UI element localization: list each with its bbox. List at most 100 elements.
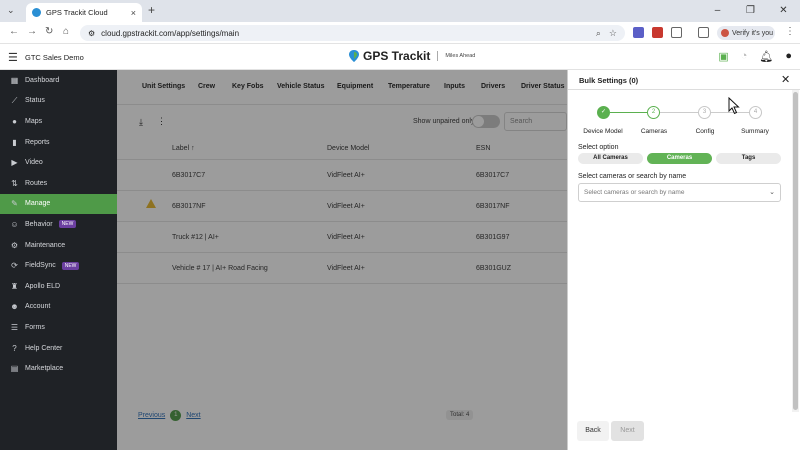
sidebar-item-account[interactable]: ☻ Account xyxy=(0,297,117,318)
reload-icon[interactable]: ↻ xyxy=(45,26,53,37)
close-tab-icon[interactable]: × xyxy=(131,8,136,18)
avatar xyxy=(721,29,729,37)
sidebar-item-reports[interactable]: ▮ Reports xyxy=(0,132,117,153)
sidebar-item-maps[interactable]: ● Maps xyxy=(0,111,117,132)
profile-button[interactable]: Verify it's you xyxy=(717,26,775,40)
brand-tagline: Miles Ahead xyxy=(445,53,476,59)
option-tags[interactable]: Tags xyxy=(716,153,781,164)
downloads-icon[interactable] xyxy=(698,27,709,38)
maximize-icon[interactable]: ❐ xyxy=(734,0,767,22)
extension-badge-icon[interactable] xyxy=(652,27,663,38)
sidebar-item-label: Manage xyxy=(25,200,51,208)
bell-icon[interactable]: 🔔︎ xyxy=(759,50,773,63)
stepper-connector xyxy=(660,112,698,113)
stepper-connector xyxy=(610,112,647,113)
sidebar-item-label: Account xyxy=(25,303,51,311)
drawer-scrollbar[interactable] xyxy=(792,90,799,412)
status-icon: ⟋ xyxy=(11,96,18,106)
modal-overlay[interactable] xyxy=(117,70,567,450)
close-window-icon[interactable]: ✕ xyxy=(767,0,800,22)
next-button[interactable]: Next xyxy=(611,421,644,441)
brand-logo: GPS Trackit Miles Ahead xyxy=(348,49,475,63)
sidebar-item-apollo-eld[interactable]: ♜ Apollo ELD xyxy=(0,276,117,297)
sidebar-item-status[interactable]: ⟋ Status xyxy=(0,91,117,112)
dropdown-placeholder: Select cameras or search by name xyxy=(584,189,685,196)
tab-search-icon[interactable]: ⌄ xyxy=(7,5,15,16)
step-2-indicator: 2 xyxy=(647,106,660,119)
chevron-down-icon: ⌄ xyxy=(769,189,775,196)
browser-tab-bar: ⌄ GPS Trackit Cloud × + – ❐ ✕ xyxy=(0,0,800,22)
person-icon: ☺ xyxy=(10,219,19,229)
fieldsync-icon: ⟳ xyxy=(11,261,18,271)
extension-icon[interactable] xyxy=(633,27,644,38)
sidebar-item-dashboard[interactable]: ▦ Dashboard xyxy=(0,70,117,91)
window-controls: – ❐ ✕ xyxy=(701,0,800,22)
new-badge: NEW xyxy=(61,261,80,270)
sidebar-item-label: Video xyxy=(25,159,43,167)
sidebar-item-maintenance[interactable]: ⚙ Maintenance xyxy=(0,235,117,256)
wrench-icon: ✎ xyxy=(11,199,18,209)
step-1-check-icon: ✓ xyxy=(597,106,610,119)
browser-menu-icon[interactable]: ⋮ xyxy=(785,26,795,37)
sidebar-item-marketplace[interactable]: ▤ Marketplace xyxy=(0,358,117,379)
account-icon: ☻ xyxy=(10,302,19,312)
camera-search-label: Select cameras or search by name xyxy=(578,173,687,180)
sidebar-item-label: Apollo ELD xyxy=(25,282,61,290)
sidebar-item-label: Marketplace xyxy=(25,365,64,373)
forward-icon[interactable]: → xyxy=(27,26,37,37)
back-button[interactable]: Back xyxy=(577,421,609,441)
gps-pin-logo-icon xyxy=(349,50,359,62)
browser-tab[interactable]: GPS Trackit Cloud × xyxy=(26,3,142,22)
headset-icon[interactable]: ◔ xyxy=(741,50,748,63)
sidebar-item-label: Behavior xyxy=(25,220,53,228)
header-actions: ▣ ◔ 🔔︎ ● xyxy=(718,50,792,63)
bulk-settings-drawer: Bulk Settings (0) ✕ ✓ 2 3 4 Device Model… xyxy=(567,70,800,450)
select-option-label: Select option xyxy=(578,144,619,151)
site-info-icon[interactable]: ⚙ xyxy=(88,29,95,38)
bar-chart-icon: ▮ xyxy=(12,137,17,147)
extensions-puzzle-icon[interactable] xyxy=(671,27,682,38)
scrollbar-thumb[interactable] xyxy=(793,92,798,410)
option-cameras[interactable]: Cameras xyxy=(647,153,712,164)
sidebar: ▦ Dashboard ⟋ Status ● Maps ▮ Reports ▶ Video… xyxy=(0,70,117,450)
option-all-cameras[interactable]: All Cameras xyxy=(578,153,643,164)
maintenance-icon: ⚙ xyxy=(10,240,19,250)
address-bar: ← → ↻ ⌂ ⚙ cloud.gpstrackit.com/app/setti… xyxy=(0,22,800,44)
hamburger-menu-icon[interactable]: ☰ xyxy=(8,51,18,64)
sidebar-item-fieldsync[interactable]: ⟳ FieldSync NEW xyxy=(0,255,117,276)
sidebar-item-forms[interactable]: ☰ Forms xyxy=(0,317,117,338)
marketplace-icon: ▤ xyxy=(10,364,19,374)
sidebar-item-label: Maintenance xyxy=(25,241,66,249)
sidebar-item-label: FieldSync xyxy=(25,262,56,270)
eld-icon: ♜ xyxy=(10,281,19,291)
sidebar-item-label: Help Center xyxy=(25,344,63,352)
brand-name: GPS Trackit xyxy=(363,49,431,63)
routes-icon: ⇅ xyxy=(11,178,18,188)
sidebar-item-behavior[interactable]: ☺ Behavior NEW xyxy=(0,214,117,235)
home-icon[interactable]: ⌂ xyxy=(63,26,69,37)
chat-icon[interactable]: ▣ xyxy=(718,50,728,63)
zoom-icon[interactable]: ⌕ xyxy=(596,28,601,39)
sidebar-item-manage[interactable]: ✎ Manage xyxy=(0,193,117,215)
brand-divider xyxy=(437,51,439,61)
camera-select-dropdown[interactable]: Select cameras or search by name ⌄ xyxy=(578,183,781,202)
drawer-divider xyxy=(568,89,800,90)
sidebar-item-routes[interactable]: ⇅ Routes xyxy=(0,173,117,194)
url-text: cloud.gpstrackit.com/app/settings/main xyxy=(101,28,240,38)
back-icon[interactable]: ← xyxy=(9,26,19,37)
new-badge: NEW xyxy=(58,220,77,229)
url-field[interactable]: ⚙ cloud.gpstrackit.com/app/settings/main… xyxy=(80,25,625,41)
new-tab-icon[interactable]: + xyxy=(148,3,155,17)
sidebar-item-help-center[interactable]: ? Help Center xyxy=(0,338,117,359)
close-icon[interactable]: ✕ xyxy=(781,73,790,86)
sidebar-item-label: Forms xyxy=(25,323,45,331)
sidebar-item-label: Maps xyxy=(25,117,43,125)
user-icon[interactable]: ● xyxy=(785,50,792,63)
dashboard-icon: ▦ xyxy=(10,75,19,85)
sidebar-item-video[interactable]: ▶ Video xyxy=(0,152,117,173)
step-label-summary: Summary xyxy=(741,128,769,135)
bookmark-star-icon[interactable]: ☆ xyxy=(609,28,617,39)
profile-label: Verify it's you xyxy=(732,29,774,37)
sidebar-item-label: Routes xyxy=(25,179,48,187)
minimize-icon[interactable]: – xyxy=(701,0,734,22)
